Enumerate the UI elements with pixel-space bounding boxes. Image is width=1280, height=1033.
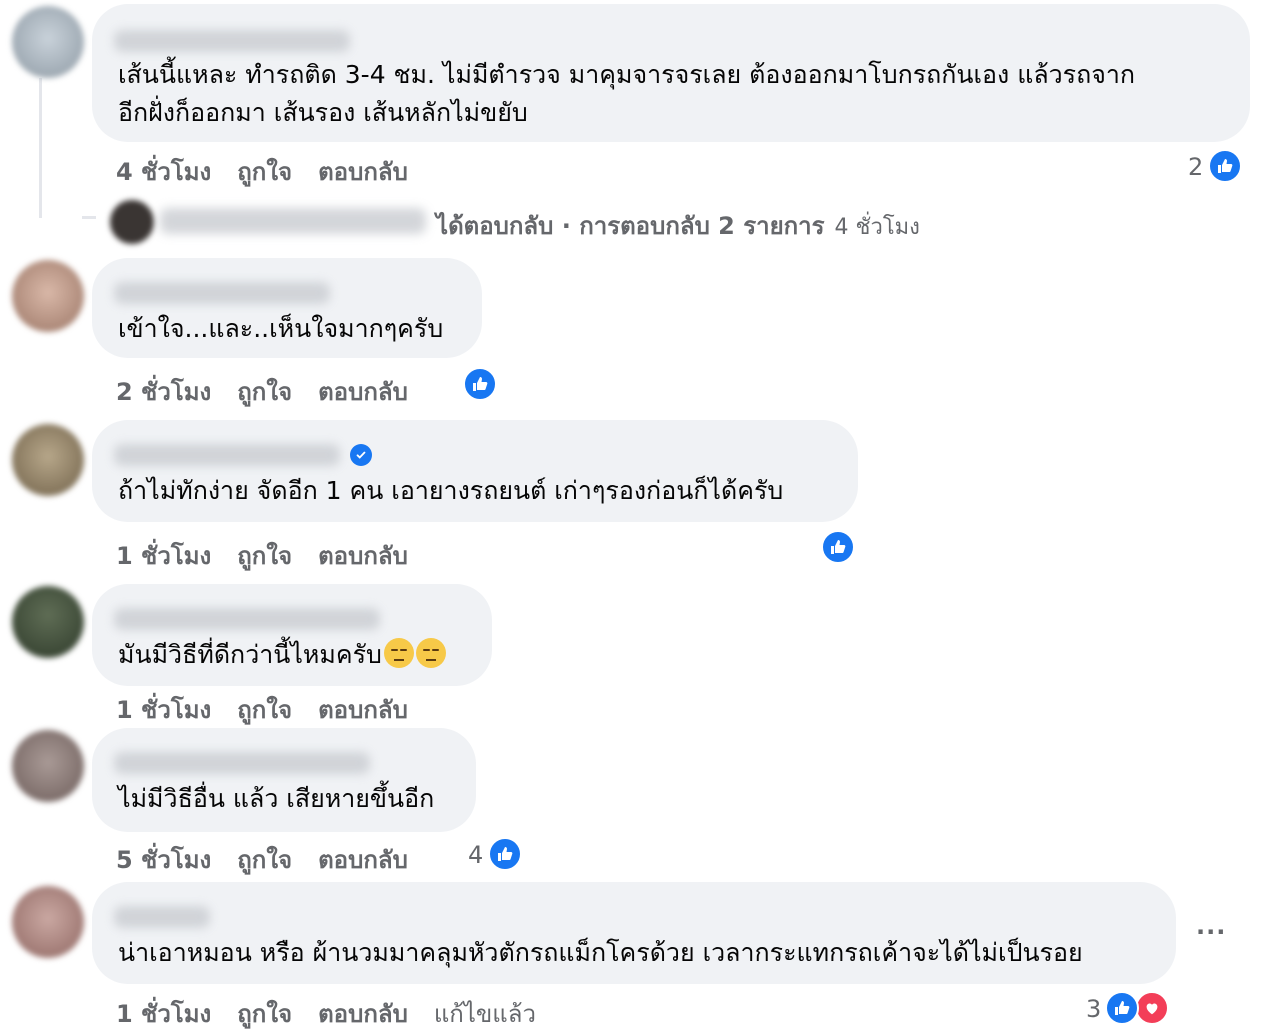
- comment-bubble: น่าเอาหมอน หรือ ผ้านวมมาคลุมหัวตักรถแม็ก…: [92, 882, 1176, 984]
- unamused-emoji-icon: [415, 638, 446, 668]
- comment-actions: 4 ชั่วโมง ถูกใจ ตอบกลับ: [116, 152, 434, 191]
- comment-actions: 1 ชั่วโมง ถูกใจ ตอบกลับ: [116, 690, 434, 729]
- verified-badge-icon: [350, 444, 372, 466]
- comment-text: ไม่มีวิธีอื่น แล้ว เสียหายขึ้นอีก: [118, 784, 435, 813]
- like-icon[interactable]: [821, 530, 855, 564]
- comment-text: อีกฝั่งก็ออกมา เส้นรอง เส้นหลักไม่ขยับ: [118, 98, 528, 127]
- reply-link[interactable]: ตอบกลับ: [318, 1000, 408, 1028]
- like-link[interactable]: ถูกใจ: [237, 846, 292, 874]
- reply-link[interactable]: ตอบกลับ: [318, 542, 408, 570]
- avatar[interactable]: [12, 730, 84, 802]
- like-link[interactable]: ถูกใจ: [237, 542, 292, 570]
- thread-line-branch: [82, 216, 96, 219]
- replies-summary[interactable]: ได้ตอบกลับ · การตอบกลับ 2 รายการ 4 ชั่วโม…: [436, 206, 946, 245]
- like-link[interactable]: ถูกใจ: [237, 378, 292, 406]
- commenter-name[interactable]: [114, 444, 340, 466]
- like-link[interactable]: ถูกใจ: [237, 1000, 292, 1028]
- reply-link[interactable]: ตอบกลับ: [318, 378, 408, 406]
- comment-text: น่าเอาหมอน หรือ ผ้านวมมาคลุมหัวตักรถแม็ก…: [118, 938, 1083, 967]
- commenter-name[interactable]: [114, 906, 210, 928]
- commenter-name[interactable]: [114, 752, 370, 774]
- comment-text: ถ้าไม่ทักง่าย จัดอีก 1 คน เอายางรถยนต์ เ…: [118, 476, 784, 505]
- avatar[interactable]: [12, 260, 84, 332]
- like-icon[interactable]: [1208, 149, 1242, 183]
- timestamp[interactable]: 1 ชั่วโมง: [116, 696, 211, 724]
- reply-avatar[interactable]: [110, 200, 154, 244]
- like-link[interactable]: ถูกใจ: [237, 158, 292, 186]
- reply-link[interactable]: ตอบกลับ: [318, 846, 408, 874]
- comment-bubble: ถ้าไม่ทักง่าย จัดอีก 1 คน เอายางรถยนต์ เ…: [92, 420, 858, 522]
- timestamp[interactable]: 5 ชั่วโมง: [116, 846, 211, 874]
- comment-bubble: ไม่มีวิธีอื่น แล้ว เสียหายขึ้นอีก: [92, 728, 476, 832]
- timestamp[interactable]: 2 ชั่วโมง: [116, 378, 211, 406]
- replier-name[interactable]: [160, 208, 426, 234]
- like-icon[interactable]: [1105, 991, 1139, 1025]
- like-icon[interactable]: [463, 367, 497, 401]
- reaction-count: 2: [1188, 153, 1204, 181]
- comment-bubble: มันมีวิธีที่ดีกว่านี้ไหมครับ: [92, 584, 492, 686]
- love-icon[interactable]: [1135, 991, 1169, 1025]
- comment-text: เข้าใจ...และ..เห็นใจมากๆครับ: [118, 314, 444, 343]
- comment-actions: 1 ชั่วโมง ถูกใจ ตอบกลับ แก้ไขแล้ว: [116, 994, 562, 1033]
- avatar[interactable]: [12, 424, 84, 496]
- comment-text: มันมีวิธีที่ดีกว่านี้ไหมครับ: [118, 636, 446, 674]
- comment-actions: 1 ชั่วโมง ถูกใจ ตอบกลับ: [116, 536, 434, 575]
- reaction-count: 4: [468, 841, 484, 869]
- unamused-emoji-icon: [383, 638, 414, 668]
- edited-label: แก้ไขแล้ว: [433, 1000, 536, 1028]
- like-icon[interactable]: [488, 837, 522, 871]
- comment-bubble: เข้าใจ...และ..เห็นใจมากๆครับ: [92, 258, 482, 358]
- comment-bubble: เส้นนี้แหละ ทำรถติด 3-4 ชม. ไม่มีตำรวจ ม…: [92, 4, 1250, 142]
- avatar[interactable]: [12, 6, 84, 78]
- reaction-count: 3: [1086, 995, 1102, 1023]
- commenter-name[interactable]: [114, 30, 350, 52]
- comment-actions: 5 ชั่วโมง ถูกใจ ตอบกลับ: [116, 840, 434, 879]
- comment-actions: 2 ชั่วโมง ถูกใจ ตอบกลับ: [116, 372, 434, 411]
- timestamp[interactable]: 1 ชั่วโมง: [116, 542, 211, 570]
- commenter-name[interactable]: [114, 282, 330, 304]
- more-options-icon[interactable]: ···: [1196, 918, 1226, 946]
- reply-link[interactable]: ตอบกลับ: [318, 158, 408, 186]
- timestamp[interactable]: 4 ชั่วโมง: [116, 158, 211, 186]
- avatar[interactable]: [12, 886, 84, 958]
- timestamp[interactable]: 1 ชั่วโมง: [116, 1000, 211, 1028]
- reply-link[interactable]: ตอบกลับ: [318, 696, 408, 724]
- like-link[interactable]: ถูกใจ: [237, 696, 292, 724]
- comment-text: เส้นนี้แหละ ทำรถติด 3-4 ชม. ไม่มีตำรวจ ม…: [118, 60, 1136, 89]
- commenter-name[interactable]: [114, 608, 380, 630]
- avatar[interactable]: [12, 586, 84, 658]
- thread-line: [39, 78, 42, 218]
